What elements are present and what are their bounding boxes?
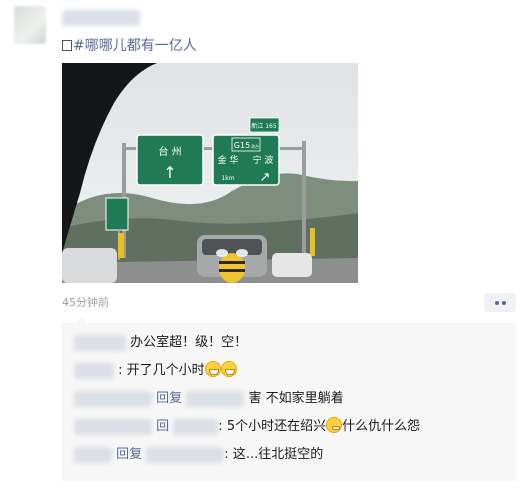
post-text: #哪哪儿都有一亿人 xyxy=(62,36,197,56)
username[interactable] xyxy=(62,10,140,26)
dot-icon xyxy=(494,300,499,305)
reply-label[interactable]: 回复 xyxy=(156,391,182,406)
unknown-glyph-icon xyxy=(62,40,72,51)
route-suffix: 甬台 xyxy=(251,143,259,149)
reply-label[interactable]: 回 xyxy=(156,419,169,434)
hashtag-link[interactable]: #哪哪儿都有一亿人 xyxy=(73,38,197,54)
smirk-emoji-icon xyxy=(326,417,343,433)
right-sign-city-b: 宁 波 xyxy=(253,154,274,166)
comment[interactable]: 回复 害 不如家里躺着 xyxy=(74,389,344,409)
comment-text-2: 什么仇什么怨 xyxy=(342,419,421,434)
reply-target-name[interactable] xyxy=(173,418,219,435)
exit-badge: 新江 165 xyxy=(251,122,277,130)
comment[interactable]: 回复 : 这...往北挺空的 xyxy=(74,445,323,465)
comment-text: 这...往北挺空的 xyxy=(232,447,324,462)
reply-target-name[interactable] xyxy=(186,390,245,407)
commenter-name[interactable] xyxy=(74,418,152,435)
dot-icon xyxy=(501,300,506,305)
avatar[interactable] xyxy=(14,6,46,44)
right-sign-city-a: 金 华 xyxy=(218,154,239,166)
comment-text: 5个小时还在绍兴 xyxy=(226,419,327,434)
post-time: 45分钟前 xyxy=(62,296,109,309)
right-sign-distance: 1km xyxy=(221,175,234,182)
comment-text: 开了几个小时 xyxy=(126,363,205,378)
comment[interactable]: 办公室超！级！空！ xyxy=(74,333,247,353)
commenter-name[interactable] xyxy=(74,334,126,351)
route-number: G15 xyxy=(234,141,250,150)
comment-text: 办公室超！级！空！ xyxy=(130,335,248,350)
post-photo[interactable]: 台 州 ↑ G15 甬台 金 华 宁 波 1km ↗ 新江 165 xyxy=(62,63,358,283)
left-road-sign: 台 州 ↑ xyxy=(136,134,204,186)
comment-text: 害 不如家里躺着 xyxy=(248,391,344,406)
grin-emoji-icon xyxy=(220,361,237,377)
left-sign-city: 台 州 xyxy=(158,145,181,158)
comment-separator: : xyxy=(224,447,233,462)
comment[interactable]: 回 : 5个小时还在绍兴 什么仇什么怨 xyxy=(74,417,420,437)
more-options-button[interactable] xyxy=(484,293,516,312)
comment-separator: : xyxy=(218,419,227,434)
comment[interactable]: : 开了几个小时 xyxy=(74,361,237,381)
right-sign-arrow: ↗ xyxy=(260,170,271,185)
reply-label[interactable]: 回复 xyxy=(116,447,142,462)
commenter-name[interactable] xyxy=(74,362,114,379)
comment-section: 办公室超！级！空！ : 开了几个小时 回复 害 不如家里躺着 回 : 5个小时还… xyxy=(62,317,516,481)
commenter-name[interactable] xyxy=(74,446,112,463)
reply-target-name[interactable] xyxy=(146,446,225,463)
left-sign-arrow: ↑ xyxy=(163,163,176,182)
comment-separator: : xyxy=(118,363,127,378)
grin-emoji-icon xyxy=(204,361,221,377)
commenter-name[interactable] xyxy=(74,390,152,407)
